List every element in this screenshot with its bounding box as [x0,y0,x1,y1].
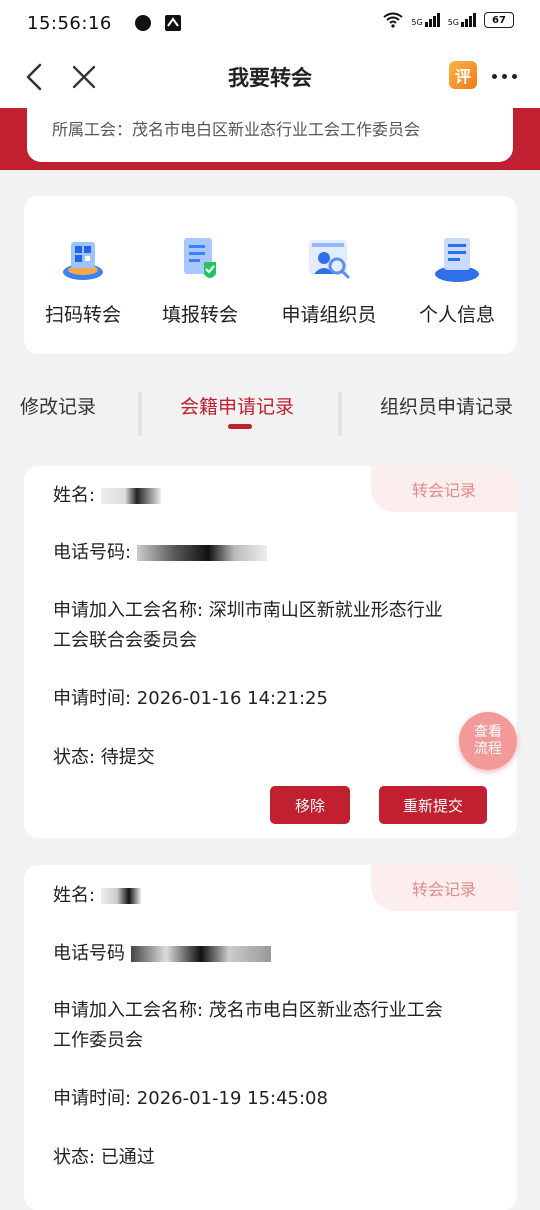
more-menu-icon[interactable] [492,74,517,79]
resubmit-button[interactable]: 重新提交 [379,786,487,824]
qr-scan-icon [53,230,113,290]
record-card: 转会记录 姓名: 电话号码 申请加入工会名称: 茂名市电白区新业态行业工会 工作… [24,865,517,1210]
redacted-phone [130,946,271,962]
record-card: 转会记录 姓名: 电话号码: 申请加入工会名称: 深圳市南山区新就业形态行业 工… [24,466,517,838]
active-tab-indicator [228,424,252,429]
form-check-icon [170,230,230,290]
menu-item-apply-organizer[interactable]: 申请组织员 [269,230,389,327]
record-union-name: 申请加入工会名称: 茂名市电白区新业态行业工会 工作委员会 [53,1000,443,1051]
profile-card-icon [427,230,487,290]
record-phone: 电话号码 [53,939,271,969]
view-process-button[interactable]: 查看 流程 [459,712,517,770]
transfer-record-tag: 转会记录 [371,865,517,911]
menu-label: 填报转会 [161,304,238,326]
menu-item-personal-info[interactable]: 个人信息 [397,230,517,327]
record-time: 申请时间: 2026-01-16 14:21:25 [53,688,328,709]
menu-item-fill-transfer[interactable]: 填报转会 [140,230,260,327]
rate-icon[interactable]: 评 [449,61,477,89]
record-status: 状态: 已通过 [53,1147,155,1168]
status-bar: 15:56:16 5G 5G 67 [0,0,540,46]
menu-label: 扫码转会 [44,304,121,326]
union-info-card: 所属工会：茂名市电白区新业态行业工会工作委员会 [27,108,513,162]
tab-membership-records[interactable]: 会籍申请记录 [180,392,294,419]
record-name: 姓名: [53,881,141,911]
record-union-name: 申请加入工会名称: 深圳市南山区新就业形态行业 工会联合会委员会 [53,600,443,651]
union-affiliation-text: 所属工会：茂名市电白区新业态行业工会工作委员会 [52,120,421,139]
status-time: 15:56:16 [27,12,112,34]
tab-divider [138,392,142,436]
person-search-icon [299,230,359,290]
record-tabs: 修改记录 会籍申请记录 组织员申请记录 [0,372,540,442]
remove-button[interactable]: 移除 [270,786,350,824]
record-time: 申请时间: 2026-01-19 15:45:08 [53,1088,328,1109]
tab-divider [338,392,342,436]
signal-icon-1: 5G [411,13,440,27]
redacted-name [100,888,141,904]
feature-menu-card: 扫码转会 填报转会 申请组织员 个人信息 [24,196,517,354]
menu-item-scan-transfer[interactable]: 扫码转会 [23,230,143,327]
tab-modify-records[interactable]: 修改记录 [20,392,96,419]
transfer-record-tag: 转会记录 [371,466,517,512]
redacted-name [100,488,161,504]
record-status: 状态: 待提交 [53,747,155,768]
redacted-phone [136,545,267,561]
menu-label: 申请组织员 [281,304,377,326]
signal-icon-2: 5G [448,13,476,27]
wifi-icon [383,12,404,28]
menu-label: 个人信息 [418,304,495,326]
battery-icon: 67 [484,12,514,28]
record-phone: 电话号码: [53,538,267,568]
record-name: 姓名: [53,481,161,511]
app-notification-icon [164,15,181,31]
tab-organizer-records[interactable]: 组织员申请记录 [380,392,513,419]
navigation-bar: 我要转会 评 [0,46,540,108]
chat-bubble-icon [134,15,151,31]
